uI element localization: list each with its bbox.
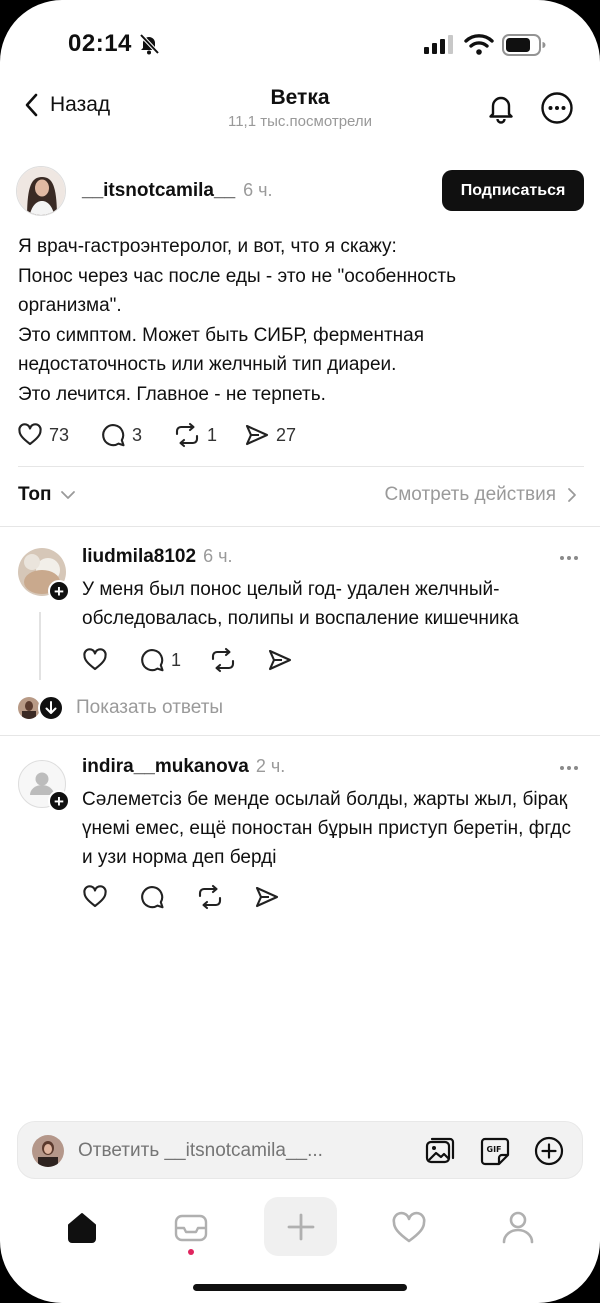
reply-like-button[interactable] [82, 884, 108, 910]
view-count: 11,1 тыс.посмотрели [227, 113, 373, 130]
repost-icon [209, 647, 237, 673]
divider [0, 735, 600, 736]
comment-icon [139, 647, 165, 673]
reply-comment-button[interactable]: 1 [139, 647, 181, 673]
reply-repost-button[interactable] [209, 647, 237, 673]
sort-label: Топ [18, 484, 52, 505]
notifications-bell-icon[interactable] [485, 92, 517, 124]
heart-icon [82, 884, 108, 910]
post-time: 6 ч. [243, 180, 273, 200]
follow-plus-badge[interactable]: + [48, 580, 70, 602]
share-count: 27 [276, 424, 297, 445]
reply-comment-button[interactable] [139, 884, 165, 910]
chevron-right-icon [566, 486, 578, 504]
reply-more-icon[interactable] [560, 556, 578, 560]
arrow-down-icon [38, 695, 64, 721]
reply-username[interactable]: indira__mukanova [82, 756, 249, 778]
repost-button[interactable]: 1 [173, 422, 217, 448]
notification-dot [188, 1249, 194, 1255]
reply-more-icon[interactable] [560, 766, 578, 770]
back-button[interactable]: Назад [22, 92, 110, 118]
reply-input[interactable] [78, 1136, 368, 1166]
show-replies-label: Показать ответы [76, 697, 224, 718]
plus-icon [286, 1212, 316, 1242]
reply-username[interactable]: liudmila8102 [82, 546, 196, 568]
wifi-icon [464, 33, 494, 55]
reply-time: 6 ч. [203, 546, 233, 566]
heart-icon [17, 422, 43, 448]
inbox-icon[interactable] [173, 1211, 209, 1245]
post-line: Я врач-гастроэнтеролог, и вот, что я ска… [18, 236, 397, 257]
reply-comment-count: 1 [171, 649, 182, 670]
reply-share-button[interactable] [254, 884, 280, 910]
home-indicator [193, 1284, 407, 1291]
follow-button[interactable]: Подписаться [442, 170, 584, 211]
repost-icon [173, 422, 201, 448]
cellular-signal-icon [424, 34, 456, 54]
svg-text:GIF: GIF [487, 1145, 502, 1154]
comment-icon [100, 422, 126, 448]
share-button[interactable]: 27 [244, 422, 296, 448]
chevron-left-icon [22, 92, 42, 118]
post-body: Я врач-гастроэнтеролог, и вот, что я ска… [18, 232, 538, 410]
gallery-icon[interactable] [424, 1135, 456, 1167]
heart-icon [82, 647, 108, 673]
new-post-button[interactable] [264, 1197, 337, 1256]
send-icon [267, 647, 293, 673]
comment-count: 3 [132, 424, 143, 445]
phone-screen: 02:14 Назад Ветка 11,1 тыс.посмотрели __… [0, 0, 600, 1303]
post-line: Это симптом. Может быть СИБР, ферментная… [18, 325, 424, 375]
reply-time: 2 ч. [255, 756, 286, 776]
thread-line [39, 612, 41, 680]
reply-composer: GIF [17, 1121, 583, 1179]
add-circle-icon[interactable] [533, 1135, 565, 1167]
chevron-down-icon [60, 487, 76, 503]
view-activity-label: Смотреть действия [384, 484, 556, 505]
view-activity-link[interactable]: Смотреть действия [385, 484, 578, 506]
more-options-icon[interactable] [540, 91, 574, 125]
send-icon [254, 884, 280, 910]
author-username[interactable]: __itsnotcamila__ [82, 180, 235, 202]
repost-icon [196, 884, 224, 910]
reply-text: У меня был понос целый год- удален желчн… [82, 579, 519, 629]
divider [0, 526, 600, 527]
like-count: 73 [49, 424, 70, 445]
mini-avatar [18, 697, 40, 719]
activity-heart-icon[interactable] [391, 1211, 427, 1245]
reply-share-button[interactable] [267, 647, 293, 673]
comment-icon [139, 884, 165, 910]
sort-dropdown[interactable]: Топ [18, 484, 76, 506]
reply-like-button[interactable] [82, 647, 108, 673]
back-label: Назад [50, 93, 111, 116]
page-title: Ветка [270, 86, 330, 109]
silent-bell-icon [138, 33, 160, 55]
battery-icon [502, 34, 546, 56]
send-icon [244, 422, 270, 448]
post-line: Понос через час после еды - это не "особ… [18, 266, 456, 316]
profile-icon[interactable] [500, 1209, 536, 1245]
comment-button[interactable]: 3 [100, 422, 142, 448]
follow-plus-badge[interactable]: + [48, 790, 70, 812]
reply-text: Сәлеметсіз бе менде осылай болды, жарты … [82, 789, 571, 868]
reply-repost-button[interactable] [196, 884, 224, 910]
status-time: 02:14 [68, 30, 132, 57]
show-replies-button[interactable]: Показать ответы [18, 695, 223, 721]
repost-count: 1 [207, 424, 218, 445]
post-line: Это лечится. Главное - не терпеть. [18, 384, 326, 405]
like-button[interactable]: 73 [17, 422, 69, 448]
gif-icon[interactable]: GIF [479, 1135, 511, 1167]
home-icon[interactable] [64, 1210, 100, 1246]
divider [18, 466, 584, 467]
composer-avatar [32, 1135, 64, 1167]
author-avatar[interactable] [16, 166, 66, 216]
